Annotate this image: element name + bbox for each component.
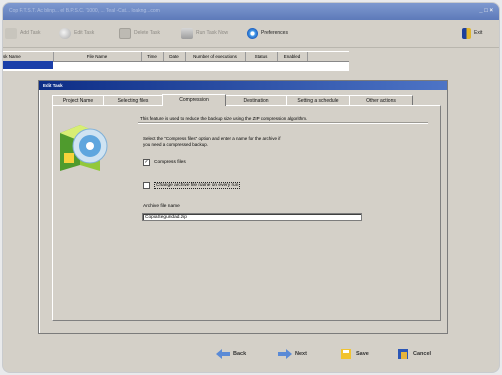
exit-button[interactable]: Exit <box>462 25 482 41</box>
archive-file-name-label: Archive file name <box>143 204 180 209</box>
table-row[interactable] <box>3 61 53 69</box>
tab-compression[interactable]: Compression <box>162 94 226 106</box>
back-arrow-icon <box>216 349 230 359</box>
compress-files-option[interactable]: ✓ Compress files <box>143 159 186 166</box>
instructions-text: Select the "Compress files" option and e… <box>143 136 281 147</box>
add-task-icon <box>5 27 17 39</box>
run-task-label: Run Task Now <box>196 30 229 36</box>
app-window: Cop F.T.S.T. Ac blinp... el B.P.S.C. '10… <box>3 3 499 372</box>
col-status[interactable]: Status <box>245 52 278 61</box>
edit-task-dialog: Edit Task Project Name Selecting files C… <box>38 80 448 334</box>
window-title: Cop F.T.S.T. Ac blinp... el B.P.S.C. '10… <box>9 8 160 14</box>
back-button[interactable]: Back <box>216 346 246 362</box>
task-grid-header: sk Name File Name Time Date Number of ex… <box>3 51 349 62</box>
add-task-label: Add Task <box>20 30 41 36</box>
add-task-button[interactable]: Add Task <box>5 25 40 41</box>
preferences-icon <box>247 27 258 39</box>
cancel-label: Cancel <box>413 351 432 357</box>
delete-task-icon <box>119 27 131 39</box>
cancel-button[interactable]: Cancel <box>396 346 431 362</box>
window-controls[interactable]: _ □ × <box>479 3 493 20</box>
change-archive-name-checkbox[interactable] <box>143 182 150 189</box>
save-label: Save <box>356 351 369 357</box>
change-archive-name-label: Change archive file name on every run <box>154 182 241 189</box>
delete-task-label: Delete Task <box>134 30 161 36</box>
save-button[interactable]: Save <box>339 346 369 362</box>
change-archive-name-option[interactable]: Change archive file name on every run <box>143 182 241 189</box>
title-bar: Cop F.T.S.T. Ac blinp... el B.P.S.C. '10… <box>3 3 499 20</box>
toolbar: Add Task Edit Task Delete Task Run Task … <box>3 20 499 48</box>
edit-task-button[interactable]: Edit Task <box>59 25 94 41</box>
task-grid <box>3 61 349 71</box>
cancel-icon <box>398 349 408 359</box>
next-button[interactable]: Next <box>278 346 307 362</box>
run-task-icon <box>181 27 193 39</box>
compress-files-label: Compress files <box>154 160 186 165</box>
tab-strip: Project Name Selecting files Compression… <box>52 94 413 106</box>
exit-label: Exit <box>474 30 483 36</box>
run-task-button[interactable]: Run Task Now <box>181 25 228 41</box>
col-task-name[interactable]: sk Name <box>3 52 54 61</box>
preferences-label: Preferences <box>261 30 288 36</box>
next-arrow-icon <box>278 349 292 359</box>
compression-disc-icon <box>60 125 108 171</box>
col-enabled[interactable]: Enabled <box>277 52 308 61</box>
next-label: Next <box>295 351 307 357</box>
edit-task-label: Edit Task <box>74 30 95 36</box>
feature-description: This feature is used to reduce the backu… <box>140 116 308 121</box>
col-executions[interactable]: Number of executions <box>185 52 246 61</box>
col-time[interactable]: Time <box>141 52 164 61</box>
divider <box>138 122 428 123</box>
preferences-button[interactable]: Preferences <box>247 25 288 41</box>
col-file-name[interactable]: File Name <box>53 52 142 61</box>
edit-task-icon <box>59 27 71 39</box>
exit-icon <box>462 27 471 39</box>
save-icon <box>341 349 351 359</box>
compress-files-checkbox[interactable]: ✓ <box>143 159 150 166</box>
dialog-title: Edit Task <box>39 81 447 90</box>
delete-task-button[interactable]: Delete Task <box>119 25 160 41</box>
back-label: Back <box>233 351 247 357</box>
col-date[interactable]: Date <box>163 52 186 61</box>
archive-file-name-input[interactable]: CopiaSeguridad.zip <box>142 213 362 221</box>
